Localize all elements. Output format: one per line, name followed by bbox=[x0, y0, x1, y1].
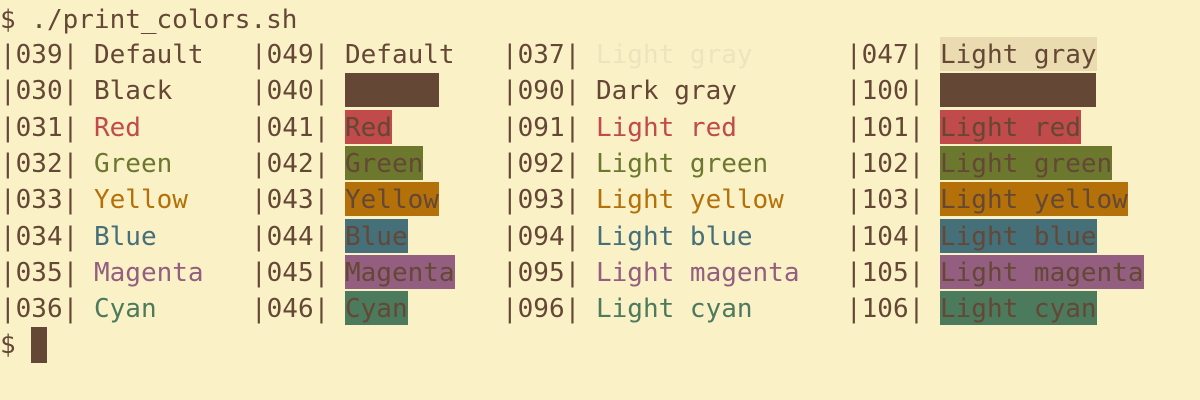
fg-code-032: |032| bbox=[0, 149, 79, 179]
fg-code-035: |035| bbox=[0, 258, 79, 288]
fg-sample-light-blue: Light blue bbox=[596, 222, 753, 252]
fg-code-034: |034| bbox=[0, 222, 79, 252]
bg-code-106: |106| bbox=[846, 294, 925, 324]
bg-code-040: |040| bbox=[251, 76, 330, 106]
fg-code-036: |036| bbox=[0, 294, 79, 324]
fg-sample-blue: Blue bbox=[94, 222, 157, 252]
bg-sample-green: Green bbox=[345, 146, 424, 180]
bg-sample-default: Default bbox=[345, 40, 455, 70]
fg-code-039: |039| bbox=[0, 40, 79, 70]
fg-sample-black: Black bbox=[94, 76, 173, 106]
bg-code-103: |103| bbox=[846, 185, 925, 215]
fg-sample-green: Green bbox=[94, 149, 173, 179]
bg-code-041: |041| bbox=[251, 113, 330, 143]
table-row: |034| Blue |044| Blue |094| Light blue |… bbox=[0, 219, 1200, 255]
table-row: |033| Yellow |043| Yellow |093| Light ye… bbox=[0, 182, 1200, 218]
fg-code-091: |091| bbox=[502, 113, 581, 143]
fg-sample-default: Default bbox=[94, 40, 204, 70]
fg-code-096: |096| bbox=[502, 294, 581, 324]
fg-sample-cyan: Cyan bbox=[94, 294, 157, 324]
terminal-window[interactable]: $ ./print_colors.sh |039| Default |049| … bbox=[0, 0, 1200, 400]
fg-sample-light-cyan: Light cyan bbox=[596, 294, 753, 324]
fg-sample-magenta: Magenta bbox=[94, 258, 204, 288]
fg-code-030: |030| bbox=[0, 76, 79, 106]
bg-code-047: |047| bbox=[846, 40, 925, 70]
final-prompt: $ bbox=[0, 330, 16, 360]
fg-code-031: |031| bbox=[0, 113, 79, 143]
bg-code-104: |104| bbox=[846, 222, 925, 252]
table-row: |035| Magenta |045| Magenta |095| Light … bbox=[0, 255, 1200, 291]
fg-code-037: |037| bbox=[502, 40, 581, 70]
terminal-cursor bbox=[31, 327, 47, 363]
fg-sample-light-magenta: Light magenta bbox=[596, 258, 800, 288]
command-line: $ ./print_colors.sh bbox=[0, 5, 298, 35]
table-row: |030| Black |040| |090| Dark gray |100| bbox=[0, 73, 1200, 109]
fg-sample-yellow: Yellow bbox=[94, 185, 188, 215]
bg-code-101: |101| bbox=[846, 113, 925, 143]
bg-sample-red: Red bbox=[345, 110, 392, 144]
bg-sample-light-yellow: Light yellow bbox=[940, 182, 1128, 216]
bg-sample-light-green: Light green bbox=[940, 146, 1113, 180]
bg-code-043: |043| bbox=[251, 185, 330, 215]
bg-sample-light-gray: Light gray bbox=[940, 37, 1097, 71]
table-row: |031| Red |041| Red |091| Light red |101… bbox=[0, 110, 1200, 146]
bg-sample-light-cyan: Light cyan bbox=[940, 291, 1097, 325]
bg-code-046: |046| bbox=[251, 294, 330, 324]
bg-sample-yellow: Yellow bbox=[345, 182, 439, 216]
bg-code-044: |044| bbox=[251, 222, 330, 252]
bg-sample-blue: Blue bbox=[345, 219, 408, 253]
fg-code-094: |094| bbox=[502, 222, 581, 252]
bg-code-045: |045| bbox=[251, 258, 330, 288]
bg-code-105: |105| bbox=[846, 258, 925, 288]
bg-code-042: |042| bbox=[251, 149, 330, 179]
bg-sample-light-magenta: Light magenta bbox=[940, 255, 1144, 289]
table-row: |036| Cyan |046| Cyan |096| Light cyan |… bbox=[0, 291, 1200, 327]
table-row: |039| Default |049| Default |037| Light … bbox=[0, 37, 1200, 73]
bg-sample-dark-gray bbox=[940, 73, 1096, 107]
fg-sample-red: Red bbox=[94, 113, 141, 143]
fg-sample-light-yellow: Light yellow bbox=[596, 185, 784, 215]
bg-code-049: |049| bbox=[251, 40, 330, 70]
fg-code-093: |093| bbox=[502, 185, 581, 215]
bg-sample-black bbox=[345, 73, 439, 107]
fg-sample-light-green: Light green bbox=[596, 149, 769, 179]
bg-sample-cyan: Cyan bbox=[345, 291, 408, 325]
bg-sample-light-blue: Light blue bbox=[940, 219, 1097, 253]
fg-code-033: |033| bbox=[0, 185, 79, 215]
bg-code-102: |102| bbox=[846, 149, 925, 179]
fg-sample-light-red: Light red bbox=[596, 113, 737, 143]
table-row: |032| Green |042| Green |092| Light gree… bbox=[0, 146, 1200, 182]
fg-code-090: |090| bbox=[502, 76, 581, 106]
fg-sample-dark-gray: Dark gray bbox=[596, 76, 737, 106]
fg-sample-light-gray: Light gray bbox=[596, 40, 753, 70]
fg-code-095: |095| bbox=[502, 258, 581, 288]
bg-sample-magenta: Magenta bbox=[345, 255, 455, 289]
bg-sample-light-red: Light red bbox=[940, 110, 1081, 144]
fg-code-092: |092| bbox=[502, 149, 581, 179]
bg-code-100: |100| bbox=[846, 76, 925, 106]
